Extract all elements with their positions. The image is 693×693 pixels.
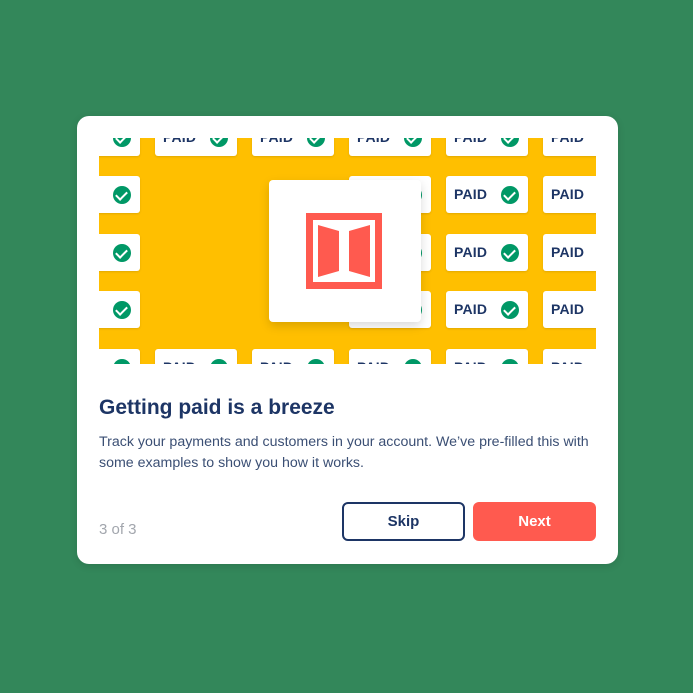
onboarding-title: Getting paid is a breeze <box>99 396 335 419</box>
paid-label: PAID <box>260 138 293 156</box>
check-circle-icon <box>501 301 519 319</box>
paid-label: PAID <box>454 138 487 156</box>
check-circle-icon <box>307 359 325 364</box>
paid-tile: PAID <box>155 138 237 156</box>
paid-tile: PAID <box>155 349 237 364</box>
paid-label: PAID <box>454 186 488 202</box>
paid-tile: PAID <box>543 176 596 213</box>
paid-label: PAID <box>357 349 390 364</box>
check-circle-icon <box>307 138 325 147</box>
onboarding-modal: PAID PAID PAID PAID PAID PAID PAID PAID PAID PAID… <box>77 116 618 564</box>
paid-tile: PAID <box>446 138 528 156</box>
paid-tile: PAID <box>446 291 528 328</box>
check-circle-icon <box>113 186 131 204</box>
paid-label: PAID <box>551 138 584 156</box>
paid-label: PAID <box>551 301 585 317</box>
check-circle-icon <box>501 244 519 262</box>
brand-logo-icon <box>306 213 382 289</box>
check-circle-icon <box>501 359 519 364</box>
paid-tile: PAID <box>543 349 596 364</box>
paid-tile: PAID <box>349 349 431 364</box>
paid-tile: PAID <box>99 234 140 271</box>
check-circle-icon <box>113 244 131 262</box>
paid-label: PAID <box>163 138 196 156</box>
check-circle-icon <box>404 359 422 364</box>
check-circle-icon <box>501 186 519 204</box>
paid-tile: PAID <box>446 234 528 271</box>
paid-tile: PAID <box>349 138 431 156</box>
check-circle-icon <box>113 138 131 147</box>
paid-label: PAID <box>260 349 293 364</box>
check-circle-icon <box>113 359 131 364</box>
next-button[interactable]: Next <box>473 502 596 541</box>
paid-tile: PAID <box>99 138 140 156</box>
check-circle-icon <box>501 138 519 147</box>
paid-tile: PAID <box>543 291 596 328</box>
paid-label: PAID <box>357 138 390 156</box>
hero-illustration: PAID PAID PAID PAID PAID PAID PAID PAID PAID PAID… <box>99 138 596 364</box>
paid-tile: PAID <box>99 291 140 328</box>
skip-button[interactable]: Skip <box>342 502 465 541</box>
paid-label: PAID <box>454 244 488 260</box>
paid-tile: PAID <box>252 138 334 156</box>
check-circle-icon <box>404 138 422 147</box>
paid-tile: PAID <box>543 234 596 271</box>
paid-tile: PAID <box>99 176 140 213</box>
check-circle-icon <box>210 138 228 147</box>
check-circle-icon <box>113 301 131 319</box>
step-indicator: 3 of 3 <box>99 521 137 538</box>
paid-tile: PAID <box>446 349 528 364</box>
onboarding-description: Track your payments and customers in you… <box>99 434 589 471</box>
paid-tile: PAID <box>543 138 596 156</box>
paid-label: PAID <box>454 349 487 364</box>
paid-label: PAID <box>551 244 585 260</box>
paid-tile: PAID <box>99 349 140 364</box>
paid-label: PAID <box>551 186 585 202</box>
paid-label: PAID <box>163 349 196 364</box>
paid-label: PAID <box>551 349 584 364</box>
paid-tile: PAID <box>446 176 528 213</box>
paid-tile: PAID <box>252 349 334 364</box>
check-circle-icon <box>210 359 228 364</box>
logo-card <box>269 180 421 322</box>
paid-label: PAID <box>454 301 488 317</box>
